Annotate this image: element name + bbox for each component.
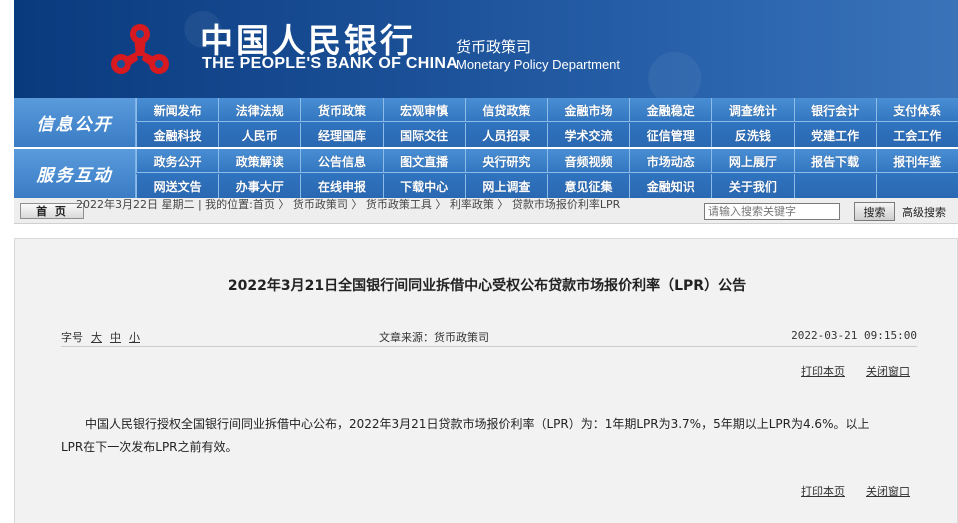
nav-item[interactable]: 报告下载 [793,149,876,173]
nav-item[interactable]: 市场动态 [629,149,711,173]
article-body: 中国人民银行授权全国银行间同业拆借中心公布，2022年3月21日贷款市场报价利率… [61,417,870,454]
nav-row: 网送文告 办事大厅 在线申报 下载中心 网上调查 意见征集 金融知识 关于我们 [136,174,958,198]
nav-section-label: 信息公开 [14,98,136,147]
nav-item[interactable]: 工会工作 [875,123,958,147]
home-button[interactable]: 首 页 [20,203,84,219]
font-size-medium-link[interactable]: 中 [110,329,121,345]
nav-item[interactable]: 国际交往 [382,123,465,147]
nav-item[interactable]: 在线申报 [300,174,382,198]
nav-item[interactable]: 货币政策 [300,98,382,122]
nav-item[interactable]: 信贷政策 [464,98,547,122]
nav-band-service: 服务互动 政务公开 政策解读 公告信息 图文直播 央行研究 音频视频 市场动态 … [14,149,958,198]
header-banner: 中国人民银行 THE PEOPLE'S BANK OF CHINA 货币政策司 … [14,0,958,98]
nav-item[interactable]: 下载中心 [382,174,465,198]
font-size-large-link[interactable]: 大 [91,329,102,345]
print-page-link[interactable]: 打印本页 [801,363,845,379]
article-source: 文章来源：货币政策司 [379,331,489,344]
nav-item[interactable]: 反洗钱 [711,123,793,147]
nav-item[interactable]: 金融知识 [629,174,711,198]
nav-item[interactable]: 音频视频 [546,149,629,173]
pboc-logo-icon[interactable] [104,12,176,80]
nav-item[interactable]: 银行会计 [793,98,876,122]
search-input[interactable] [704,203,840,220]
advanced-search-link[interactable]: 高级搜索 [902,204,946,220]
main-nav: 信息公开 新闻发布 法律法规 货币政策 宏观审慎 信贷政策 金融市场 金融稳定 … [14,98,958,198]
nav-item[interactable]: 人民币 [218,123,300,147]
font-size-label: 字号 [61,331,83,344]
print-page-link[interactable]: 打印本页 [801,483,845,499]
bank-name-en: THE PEOPLE'S BANK OF CHINA [202,55,459,72]
divider [61,346,917,347]
article-date: 2022-03-21 09:15:00 [791,329,917,342]
nav-item[interactable]: 关于我们 [711,174,793,198]
nav-item[interactable]: 图文直播 [382,149,465,173]
nav-item[interactable]: 调查统计 [711,98,793,122]
nav-item[interactable]: 意见征集 [546,174,629,198]
department-name-cn: 货币政策司 [456,38,532,56]
search-button[interactable]: 搜索 [854,202,895,221]
nav-item-empty [793,174,876,198]
nav-item[interactable]: 金融稳定 [629,98,711,122]
nav-item[interactable]: 公告信息 [300,149,382,173]
nav-item[interactable]: 网送文告 [136,174,218,198]
nav-item-empty [875,174,958,198]
nav-row: 新闻发布 法律法规 货币政策 宏观审慎 信贷政策 金融市场 金融稳定 调查统计 … [136,98,958,122]
nav-item[interactable]: 党建工作 [793,123,876,147]
nav-item[interactable]: 网上调查 [464,174,547,198]
nav-item[interactable]: 经理国库 [300,123,382,147]
nav-item[interactable]: 学术交流 [546,123,629,147]
nav-item[interactable]: 政务公开 [136,149,218,173]
nav-item[interactable]: 支付体系 [875,98,958,122]
article-panel: 2022年3月21日全国银行间同业拆借中心受权公布贷款市场报价利率（LPR）公告… [14,238,958,523]
nav-item[interactable]: 新闻发布 [136,98,218,122]
font-size-small-link[interactable]: 小 [129,329,140,345]
nav-row: 金融科技 人民币 经理国库 国际交往 人员招录 学术交流 征信管理 反洗钱 党建… [136,123,958,147]
nav-item[interactable]: 金融科技 [136,123,218,147]
article-meta: 字号 大 中 小 文章来源：货币政策司 2022-03-21 09:15:00 [61,329,917,345]
department-name-en: Monetary Policy Department [456,57,621,72]
nav-item[interactable]: 法律法规 [218,98,300,122]
breadcrumb: 2022年3月22日 星期二 | 我的位置:首页 〉 货币政策司 〉 货币政策工… [76,198,621,211]
page-title: 2022年3月21日全国银行间同业拆借中心受权公布贷款市场报价利率（LPR）公告 [227,278,747,294]
nav-item[interactable]: 报刊年鉴 [875,149,958,173]
nav-item[interactable]: 人员招录 [464,123,547,147]
nav-band-info: 信息公开 新闻发布 法律法规 货币政策 宏观审慎 信贷政策 金融市场 金融稳定 … [14,98,958,147]
breadcrumb-bar: 首 页 2022年3月22日 星期二 | 我的位置:首页 〉 货币政策司 〉 货… [14,198,958,224]
nav-section-label: 服务互动 [14,149,136,198]
nav-item[interactable]: 政策解读 [218,149,300,173]
nav-item[interactable]: 办事大厅 [218,174,300,198]
close-window-link[interactable]: 关闭窗口 [866,363,910,379]
nav-item[interactable]: 宏观审慎 [382,98,465,122]
nav-item[interactable]: 网上展厅 [711,149,793,173]
nav-item[interactable]: 央行研究 [464,149,547,173]
close-window-link[interactable]: 关闭窗口 [866,483,910,499]
nav-item[interactable]: 金融市场 [546,98,629,122]
nav-item[interactable]: 征信管理 [629,123,711,147]
nav-row: 政务公开 政策解读 公告信息 图文直播 央行研究 音频视频 市场动态 网上展厅 … [136,149,958,173]
